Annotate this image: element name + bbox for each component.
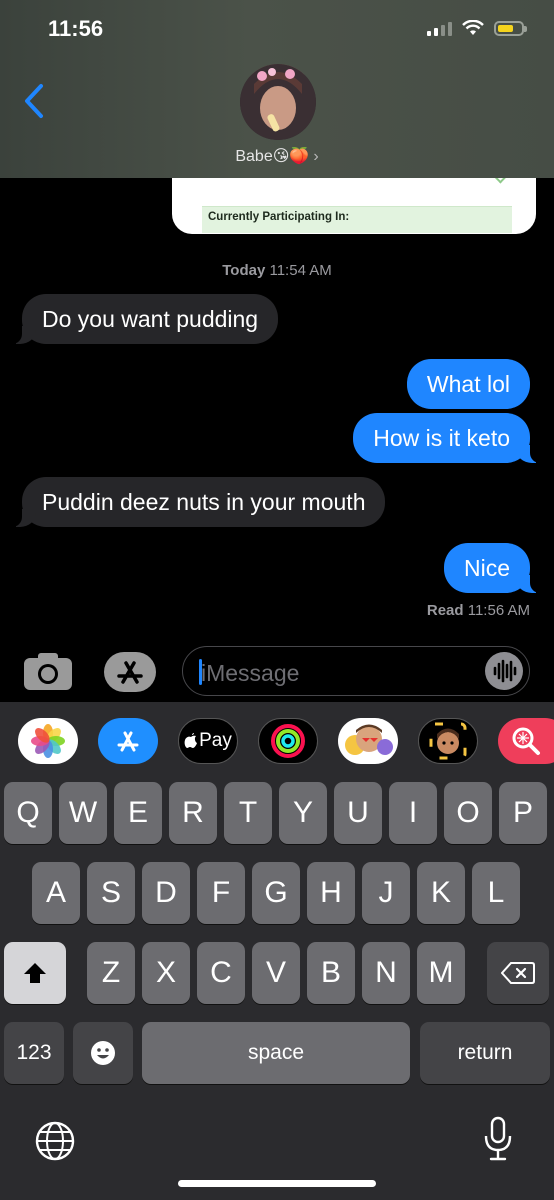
key-i[interactable]: I [389, 782, 437, 844]
app-store-app-button[interactable] [98, 718, 158, 764]
key-h[interactable]: H [307, 862, 355, 924]
keyboard: Q W E R T Y U I O P A S D F G H J K L Z … [0, 780, 554, 1200]
cellular-signal-icon [427, 20, 452, 36]
microphone-icon[interactable] [482, 1116, 514, 1162]
card-label: Currently Participating In: [208, 211, 350, 223]
imessage-field[interactable] [182, 646, 530, 696]
chevron-right-icon: › [313, 148, 319, 165]
audio-message-button[interactable] [485, 652, 523, 690]
key-p[interactable]: P [499, 782, 547, 844]
key-x[interactable]: X [142, 942, 190, 1004]
numbers-key[interactable]: 123 [4, 1022, 64, 1084]
message-text: Nice [463, 555, 510, 581]
key-w[interactable]: W [59, 782, 107, 844]
message-text: Puddin deez nuts in your mouth [42, 489, 366, 515]
apple-pay-label: Pay [199, 730, 232, 751]
key-v[interactable]: V [252, 942, 300, 1004]
message-bubble-incoming[interactable]: Puddin deez nuts in your mouth [11, 477, 386, 527]
return-key[interactable]: return [420, 1022, 550, 1084]
contact-name-label: Babe😘🍑 [235, 148, 310, 165]
wifi-icon [462, 20, 484, 35]
status-icons [427, 20, 527, 36]
memoji-stickers-icon [345, 724, 393, 755]
key-y[interactable]: Y [279, 782, 327, 844]
shared-link-card[interactable]: Currently Participating In: [172, 166, 536, 234]
backspace-icon [501, 962, 535, 984]
memoji-button[interactable] [418, 718, 478, 764]
read-time: 11:56 AM [467, 602, 530, 619]
key-m[interactable]: M [417, 942, 465, 1004]
key-q[interactable]: Q [4, 782, 52, 844]
avatar-photo-icon [240, 64, 316, 140]
key-d[interactable]: D [142, 862, 190, 924]
key-e[interactable]: E [114, 782, 162, 844]
message-text: What lol [426, 371, 510, 397]
emoji-key[interactable] [73, 1022, 133, 1084]
read-receipt: Read 11:56 AM [427, 602, 530, 619]
message-text: Do you want pudding [42, 306, 259, 332]
apple-logo-icon [184, 733, 198, 748]
message-bubble-outgoing[interactable]: How is it keto [353, 413, 540, 463]
memoji-stickers-button[interactable] [338, 718, 398, 764]
globe-icon[interactable] [34, 1120, 76, 1162]
message-timestamp: Today 11:54 AM [0, 262, 554, 279]
delete-key[interactable] [487, 942, 549, 1004]
key-t[interactable]: T [224, 782, 272, 844]
message-bubble-outgoing[interactable]: What lol [406, 359, 530, 409]
key-z[interactable]: Z [87, 942, 135, 1004]
key-s[interactable]: S [87, 862, 135, 924]
timestamp-time: 11:54 AM [269, 262, 332, 279]
waveform-icon [493, 659, 517, 683]
contact-avatar[interactable] [240, 64, 316, 140]
read-label: Read [426, 602, 464, 619]
image-search-button[interactable] [498, 718, 554, 764]
home-indicator[interactable] [178, 1180, 376, 1187]
contact-name[interactable]: Babe😘🍑 › [0, 146, 554, 166]
space-key[interactable]: space [142, 1022, 410, 1084]
shift-arrow-icon [24, 963, 46, 983]
camera-icon[interactable] [22, 652, 74, 692]
key-b[interactable]: B [307, 942, 355, 1004]
timestamp-day: Today [222, 262, 266, 279]
message-input-bar [0, 640, 554, 702]
app-store-button[interactable] [104, 652, 156, 692]
key-u[interactable]: U [334, 782, 382, 844]
key-j[interactable]: J [362, 862, 410, 924]
back-chevron-icon[interactable] [22, 82, 46, 120]
apple-pay-button[interactable]: Pay [178, 718, 238, 764]
key-n[interactable]: N [362, 942, 410, 1004]
shift-key[interactable] [4, 942, 66, 1004]
app-store-icon [117, 661, 143, 684]
key-o[interactable]: O [444, 782, 492, 844]
memoji-icon [429, 722, 467, 760]
imessage-app-strip: Pay [0, 702, 554, 780]
key-a[interactable]: A [32, 862, 80, 924]
app-store-icon [117, 731, 139, 752]
card-section: Currently Participating In: [202, 206, 512, 233]
activity-app-button[interactable] [258, 718, 318, 764]
photos-icon [31, 724, 65, 758]
key-l[interactable]: L [472, 862, 520, 924]
message-bubble-outgoing[interactable]: Nice [443, 543, 541, 593]
key-r[interactable]: R [169, 782, 217, 844]
activity-rings-icon [271, 724, 305, 758]
conversation-header: 11:56 Babe😘🍑 › [0, 0, 554, 178]
image-search-icon [512, 727, 540, 755]
key-c[interactable]: C [197, 942, 245, 1004]
emoji-icon [91, 1041, 115, 1065]
message-input[interactable] [199, 657, 473, 689]
key-k[interactable]: K [417, 862, 465, 924]
battery-icon [494, 20, 527, 36]
message-text: How is it keto [373, 425, 510, 451]
photos-app-button[interactable] [18, 718, 78, 764]
key-g[interactable]: G [252, 862, 300, 924]
message-bubble-incoming[interactable]: Do you want pudding [11, 294, 279, 344]
status-time: 11:56 [48, 16, 104, 41]
key-f[interactable]: F [197, 862, 245, 924]
